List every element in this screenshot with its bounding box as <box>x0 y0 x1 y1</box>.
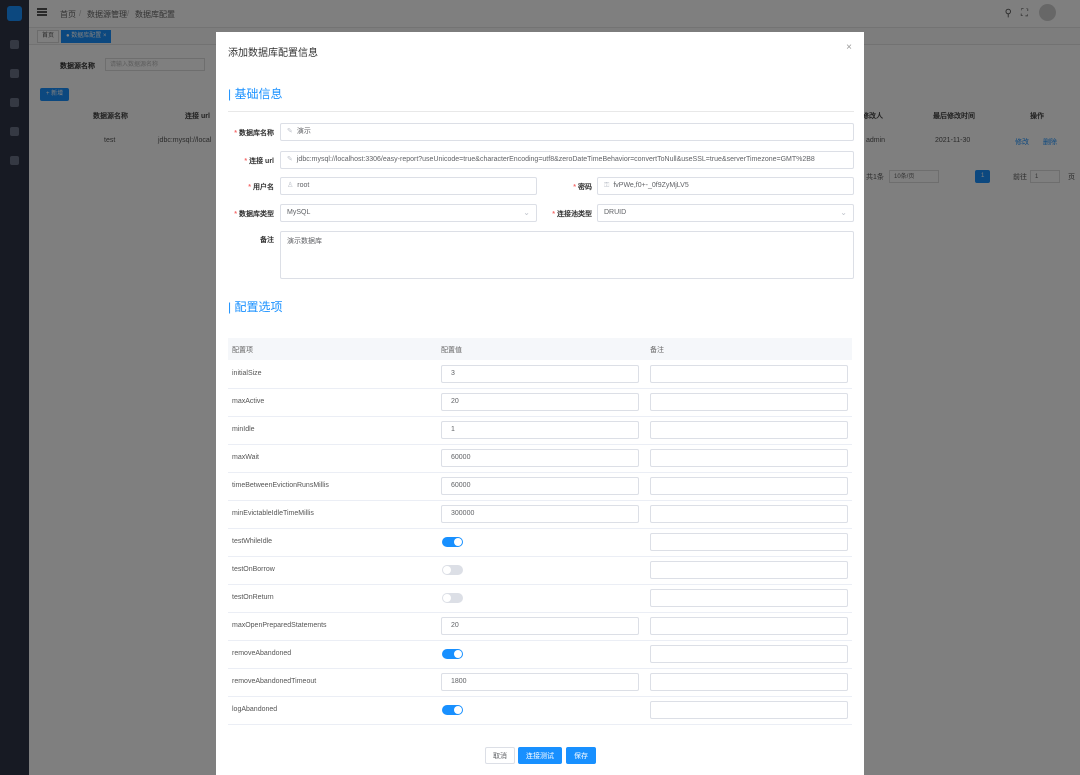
db-type-label: * 数据库类型 <box>234 211 274 218</box>
config-remark-input[interactable] <box>650 449 848 467</box>
remark-label: 备注 <box>260 237 274 244</box>
password-label: * 密码 <box>573 184 592 191</box>
db-type-select[interactable]: MySQL ⌄ <box>280 204 537 222</box>
cancel-button[interactable]: 取消 <box>485 747 515 764</box>
config-value-input[interactable]: 60000 <box>441 449 639 467</box>
config-item-name: timeBetweenEvictionRunsMillis <box>232 482 329 489</box>
config-remark-input[interactable] <box>650 701 848 719</box>
config-row-testOnBorrow: testOnBorrow <box>228 556 852 585</box>
config-remark-input[interactable] <box>650 421 848 439</box>
config-item-name: minEvictableIdleTimeMillis <box>232 510 314 517</box>
db-name-label: * 数据库名称 <box>234 130 274 137</box>
config-row-initialSize: initialSize 3 <box>228 360 852 389</box>
pool-type-label: * 连接池类型 <box>552 211 592 218</box>
config-value-input[interactable]: 1800 <box>441 673 639 691</box>
section-basic-title: | 基础信息 <box>228 87 283 101</box>
password-input[interactable]: ⚿ fvPWe,f0+-_0f9ZyMjLV5 <box>597 177 854 195</box>
test-connection-button[interactable]: 连接测试 <box>518 747 562 764</box>
user-icon: ♙ <box>287 182 294 189</box>
config-value-input[interactable]: 20 <box>441 393 639 411</box>
config-switch[interactable] <box>442 705 463 715</box>
switch-knob <box>454 538 462 546</box>
username-input[interactable]: ♙ root <box>280 177 537 195</box>
config-row-removeAbandoned: removeAbandoned <box>228 640 852 669</box>
config-row-maxOpenPreparedStatements: maxOpenPreparedStatements 20 <box>228 612 852 641</box>
config-item-name: maxActive <box>232 398 265 405</box>
config-item-name: maxOpenPreparedStatements <box>232 622 327 629</box>
config-row-maxActive: maxActive 20 <box>228 388 852 417</box>
config-remark-input[interactable] <box>650 365 848 383</box>
switch-knob <box>443 594 451 602</box>
config-item-name: minIdle <box>232 426 255 433</box>
url-label: * 连接 url <box>244 158 274 165</box>
config-remark-input[interactable] <box>650 561 848 579</box>
url-input[interactable]: ✎ jdbc:mysql://localhost:3306/easy-report… <box>280 151 854 169</box>
config-remark-input[interactable] <box>650 645 848 663</box>
config-remark-input[interactable] <box>650 589 848 607</box>
config-row-timeBetweenEvictionRunsMillis: timeBetweenEvictionRunsMillis 60000 <box>228 472 852 501</box>
chevron-down-icon: ⌄ <box>840 208 847 217</box>
config-row-minIdle: minIdle 1 <box>228 416 852 445</box>
switch-knob <box>454 650 462 658</box>
config-item-name: removeAbandonedTimeout <box>232 678 317 685</box>
config-switch[interactable] <box>442 593 463 603</box>
config-switch[interactable] <box>442 537 463 547</box>
config-value-input[interactable]: 20 <box>441 617 639 635</box>
edit-icon: ✎ <box>287 128 293 135</box>
config-row-maxWait: maxWait 60000 <box>228 444 852 473</box>
divider <box>228 111 854 112</box>
config-switch[interactable] <box>442 565 463 575</box>
header-config-item: 配置项 <box>232 347 253 354</box>
lock-icon: ⚿ <box>604 182 610 189</box>
config-row-testOnReturn: testOnReturn <box>228 584 852 613</box>
config-row-logAbandoned: logAbandoned <box>228 696 852 725</box>
chevron-down-icon: ⌄ <box>523 208 530 217</box>
username-label: * 用户名 <box>248 184 274 191</box>
config-value-input[interactable]: 60000 <box>441 477 639 495</box>
section-config-title: | 配置选项 <box>228 300 283 314</box>
config-row-minEvictableIdleTimeMillis: minEvictableIdleTimeMillis 300000 <box>228 500 852 529</box>
config-remark-input[interactable] <box>650 505 848 523</box>
config-item-name: removeAbandoned <box>232 650 292 657</box>
db-name-input[interactable]: ✎ 演示 <box>280 123 854 141</box>
switch-knob <box>454 706 462 714</box>
config-switch[interactable] <box>442 649 463 659</box>
config-remark-input[interactable] <box>650 617 848 635</box>
config-row-removeAbandonedTimeout: removeAbandonedTimeout 1800 <box>228 668 852 697</box>
switch-knob <box>443 566 451 574</box>
pool-type-select[interactable]: DRUID ⌄ <box>597 204 854 222</box>
config-item-name: testOnReturn <box>232 594 274 601</box>
config-item-name: maxWait <box>232 454 259 461</box>
config-item-name: initialSize <box>232 370 262 377</box>
save-button[interactable]: 保存 <box>566 747 596 764</box>
config-remark-input[interactable] <box>650 533 848 551</box>
config-item-name: testOnBorrow <box>232 566 275 573</box>
link-icon: ✎ <box>287 156 293 163</box>
config-row-testWhileIdle: testWhileIdle <box>228 528 852 557</box>
remark-textarea[interactable]: 演示数据库 <box>280 231 854 279</box>
config-item-name: logAbandoned <box>232 706 278 713</box>
config-value-input[interactable]: 3 <box>441 365 639 383</box>
config-table-header: 配置项 配置值 备注 <box>228 338 852 360</box>
config-item-name: testWhileIdle <box>232 538 273 545</box>
config-remark-input[interactable] <box>650 477 848 495</box>
close-icon[interactable]: × <box>846 42 852 53</box>
config-value-input[interactable]: 1 <box>441 421 639 439</box>
config-remark-input[interactable] <box>650 673 848 691</box>
config-dialog: 添加数据库配置信息 × | 基础信息 * 数据库名称 ✎ 演示 * 连接 url ✎ j… <box>216 32 864 775</box>
header-config-value: 配置值 <box>441 347 462 354</box>
dialog-title: 添加数据库配置信息 <box>228 48 318 59</box>
config-value-input[interactable]: 300000 <box>441 505 639 523</box>
config-remark-input[interactable] <box>650 393 848 411</box>
header-config-remark: 备注 <box>650 347 664 354</box>
